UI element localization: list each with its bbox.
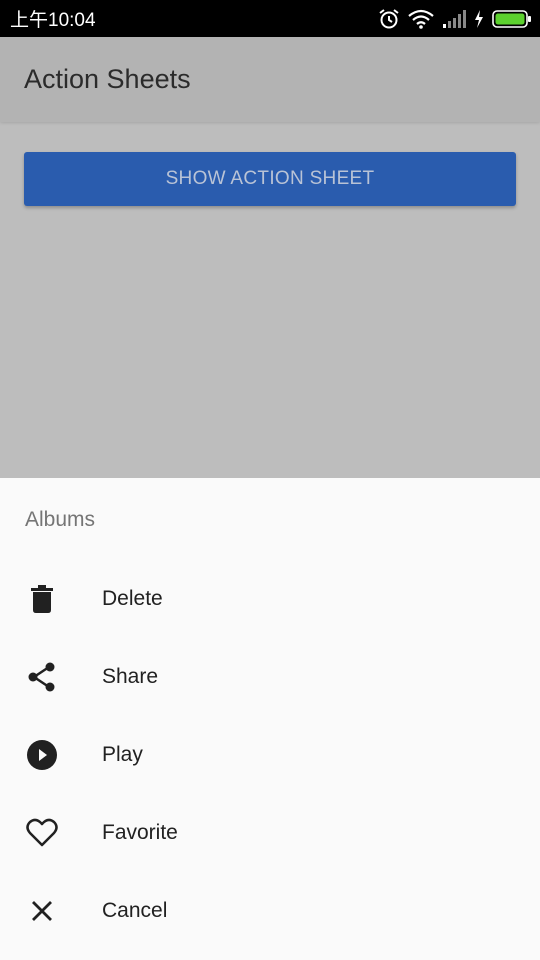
action-item-share[interactable]: Share <box>0 638 540 716</box>
charging-icon <box>474 9 484 28</box>
alarm-icon <box>378 8 400 30</box>
play-icon <box>24 737 60 773</box>
action-sheet: Albums Delete Share Play Favorite Cancel <box>0 478 540 960</box>
battery-icon <box>492 9 532 29</box>
action-item-label: Favorite <box>102 821 178 844</box>
app-content-scrim[interactable]: Action Sheets SHOW ACTION SHEET <box>0 37 540 478</box>
wifi-icon <box>408 9 434 29</box>
app-bar: Action Sheets <box>0 37 540 122</box>
status-icons <box>378 8 532 30</box>
close-icon <box>24 893 60 929</box>
favorite-icon <box>24 815 60 851</box>
action-item-favorite[interactable]: Favorite <box>0 794 540 872</box>
delete-icon <box>24 581 60 617</box>
status-bar: 上午10:04 <box>0 0 540 37</box>
action-item-delete[interactable]: Delete <box>0 560 540 638</box>
action-item-label: Share <box>102 665 159 688</box>
show-action-sheet-button[interactable]: SHOW ACTION SHEET <box>24 152 516 206</box>
share-icon <box>24 659 60 695</box>
action-item-cancel[interactable]: Cancel <box>0 872 540 950</box>
show-action-sheet-button-label: SHOW ACTION SHEET <box>165 168 375 189</box>
action-sheet-title: Albums <box>25 508 96 531</box>
action-item-play[interactable]: Play <box>0 716 540 794</box>
action-item-label: Cancel <box>102 899 168 922</box>
action-item-label: Play <box>102 743 143 766</box>
app-title: Action Sheets <box>24 64 191 94</box>
status-time: 上午10:04 <box>10 10 96 31</box>
signal-icon <box>442 9 466 29</box>
action-item-label: Delete <box>102 587 163 610</box>
